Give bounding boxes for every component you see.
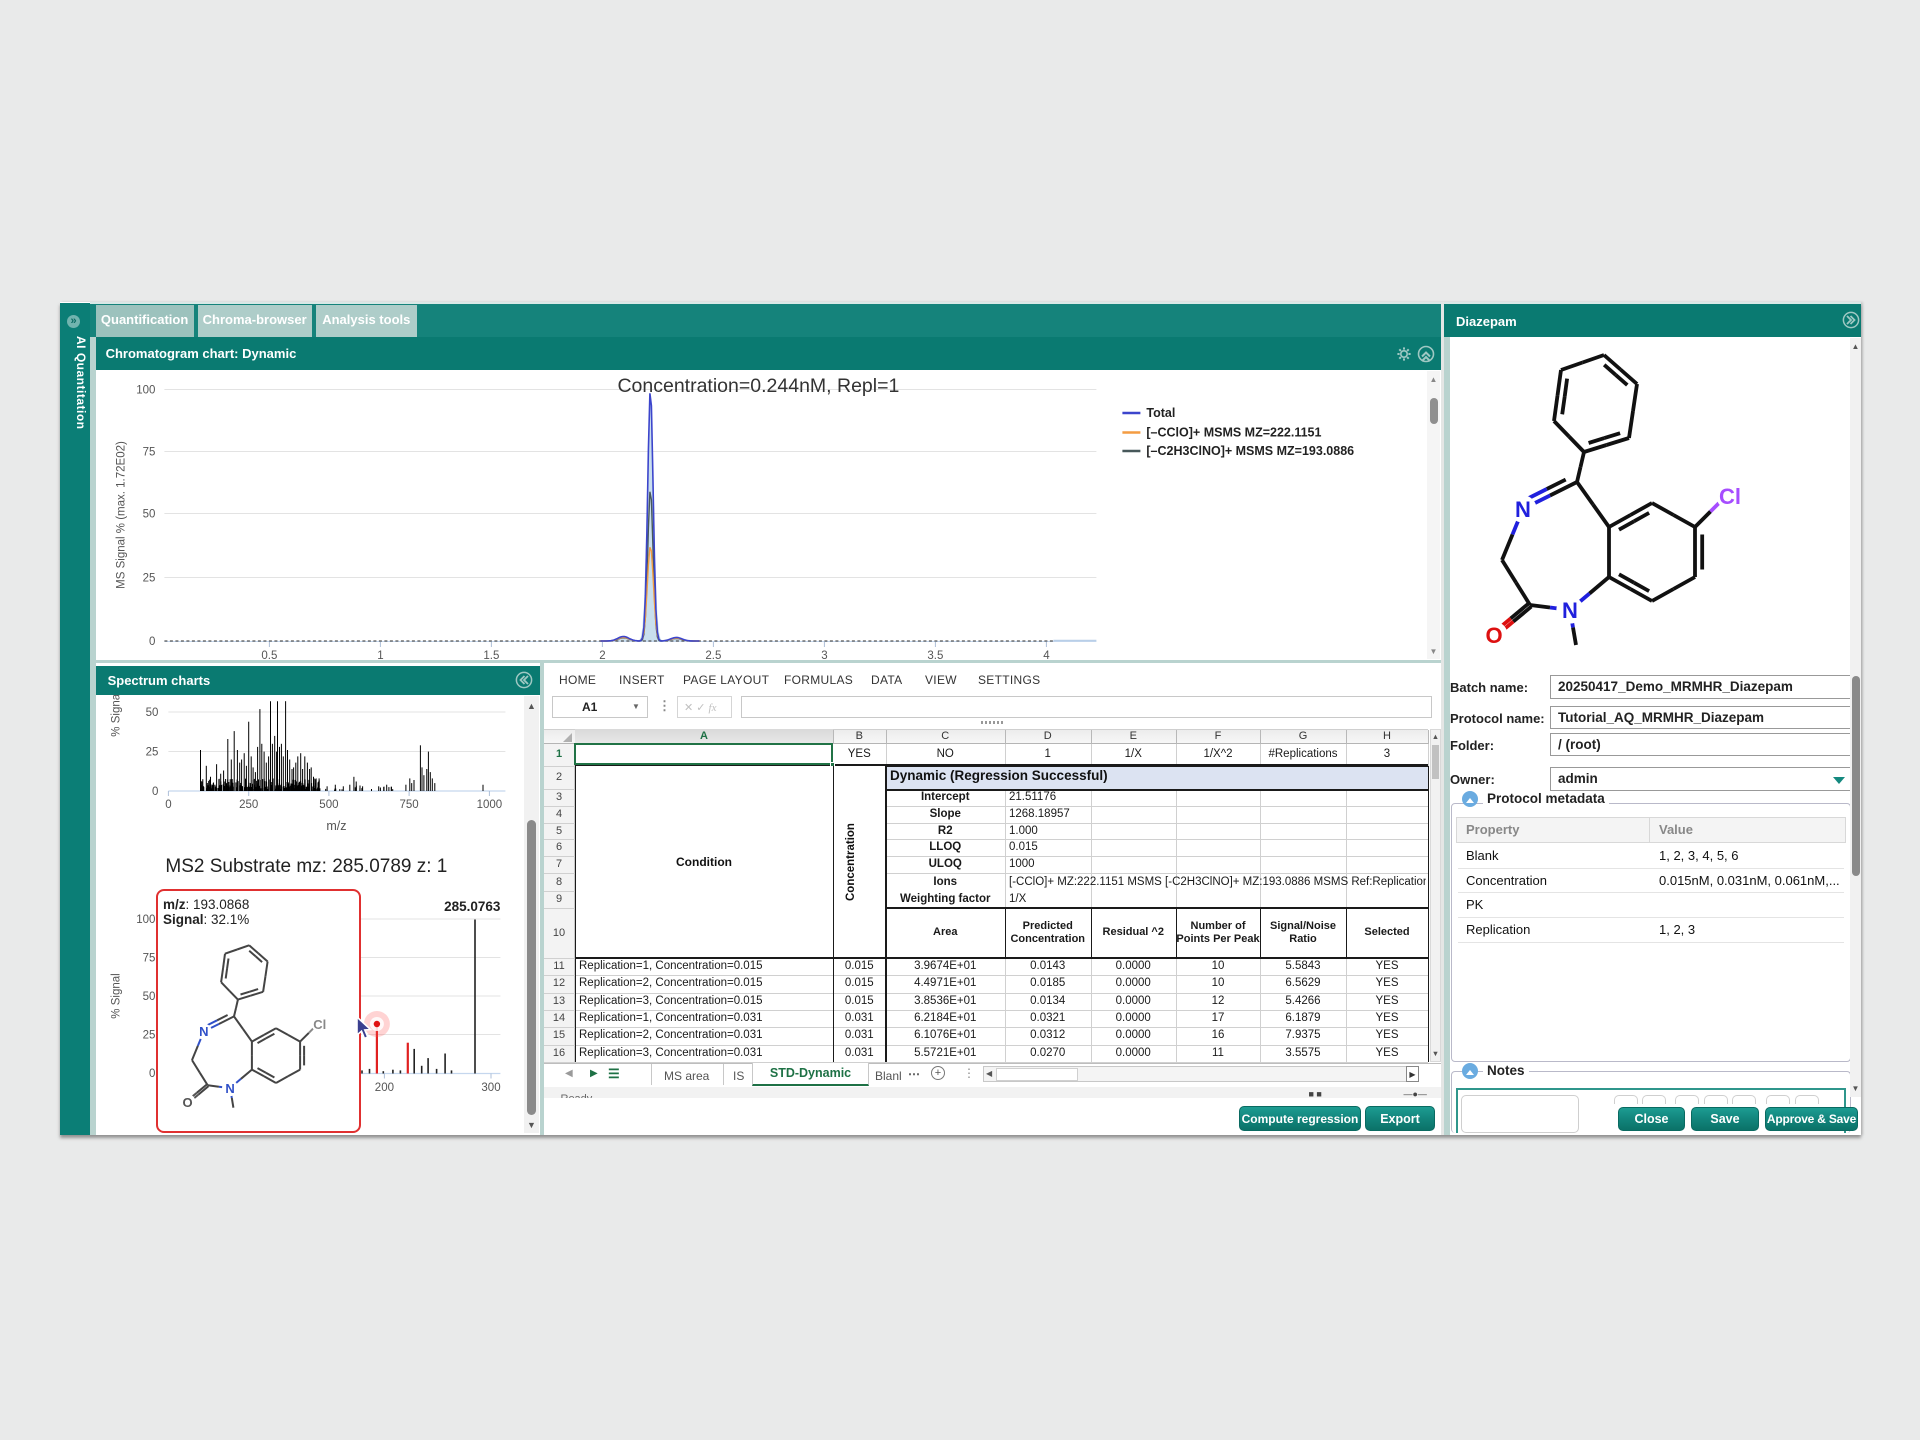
svg-text:50: 50 [145,707,158,719]
svg-text:m/z: m/z [326,819,346,833]
svg-text:Cl: Cl [313,1017,326,1032]
svg-text:1: 1 [377,650,383,660]
svg-text:50: 50 [142,991,155,1003]
svg-text:300: 300 [481,1082,500,1094]
svg-text:4: 4 [1043,650,1050,660]
svg-text:% Signal: % Signal [110,973,122,1018]
svg-text:N: N [1515,497,1531,522]
svg-text:100: 100 [136,914,155,926]
svg-text:Cl: Cl [1719,484,1741,509]
svg-text:0.5: 0.5 [261,650,277,660]
svg-text:0: 0 [149,636,155,648]
svg-text:Total: Total [1146,406,1175,420]
svg-text:200: 200 [374,1082,393,1094]
svg-text:N: N [225,1081,234,1096]
svg-text:% Signal: % Signal [110,695,122,737]
svg-text:MS Signal % (max. 1.72E02): MS Signal % (max. 1.72E02) [115,441,127,589]
svg-text:[–C2H3ClNO]+ MSMS MZ=193.0886: [–C2H3ClNO]+ MSMS MZ=193.0886 [1146,444,1354,458]
svg-text:25: 25 [145,747,158,759]
svg-text:500: 500 [319,799,338,811]
svg-text:MS2 Substrate mz: 285.0789 z:: MS2 Substrate mz: 285.0789 z: 1 [165,856,447,877]
svg-text:285.0763: 285.0763 [444,899,501,914]
svg-text:1000: 1000 [476,799,502,811]
svg-text:75: 75 [142,953,155,965]
svg-text:25: 25 [142,573,155,585]
svg-text:100: 100 [136,385,155,397]
svg-text:Concentration=0.244nM, Repl=1: Concentration=0.244nM, Repl=1 [617,375,899,397]
svg-text:2.5: 2.5 [705,650,721,660]
svg-text:3.5: 3.5 [927,650,943,660]
svg-text:N: N [1562,598,1578,623]
svg-text:O: O [182,1095,192,1110]
svg-text:O: O [1485,623,1502,648]
svg-text:50: 50 [142,509,155,521]
svg-text:1.5: 1.5 [483,650,499,660]
svg-text:N: N [199,1024,208,1039]
svg-text:25: 25 [142,1030,155,1042]
svg-text:[–CClO]+ MSMS MZ=222.1151: [–CClO]+ MSMS MZ=222.1151 [1146,426,1321,440]
svg-text:750: 750 [399,799,418,811]
svg-text:0: 0 [152,786,158,798]
svg-text:75: 75 [142,447,155,459]
svg-text:0: 0 [149,1068,155,1080]
svg-text:2: 2 [599,650,605,660]
svg-text:250: 250 [239,799,258,811]
svg-text:3: 3 [821,650,827,660]
svg-text:0: 0 [165,799,171,811]
